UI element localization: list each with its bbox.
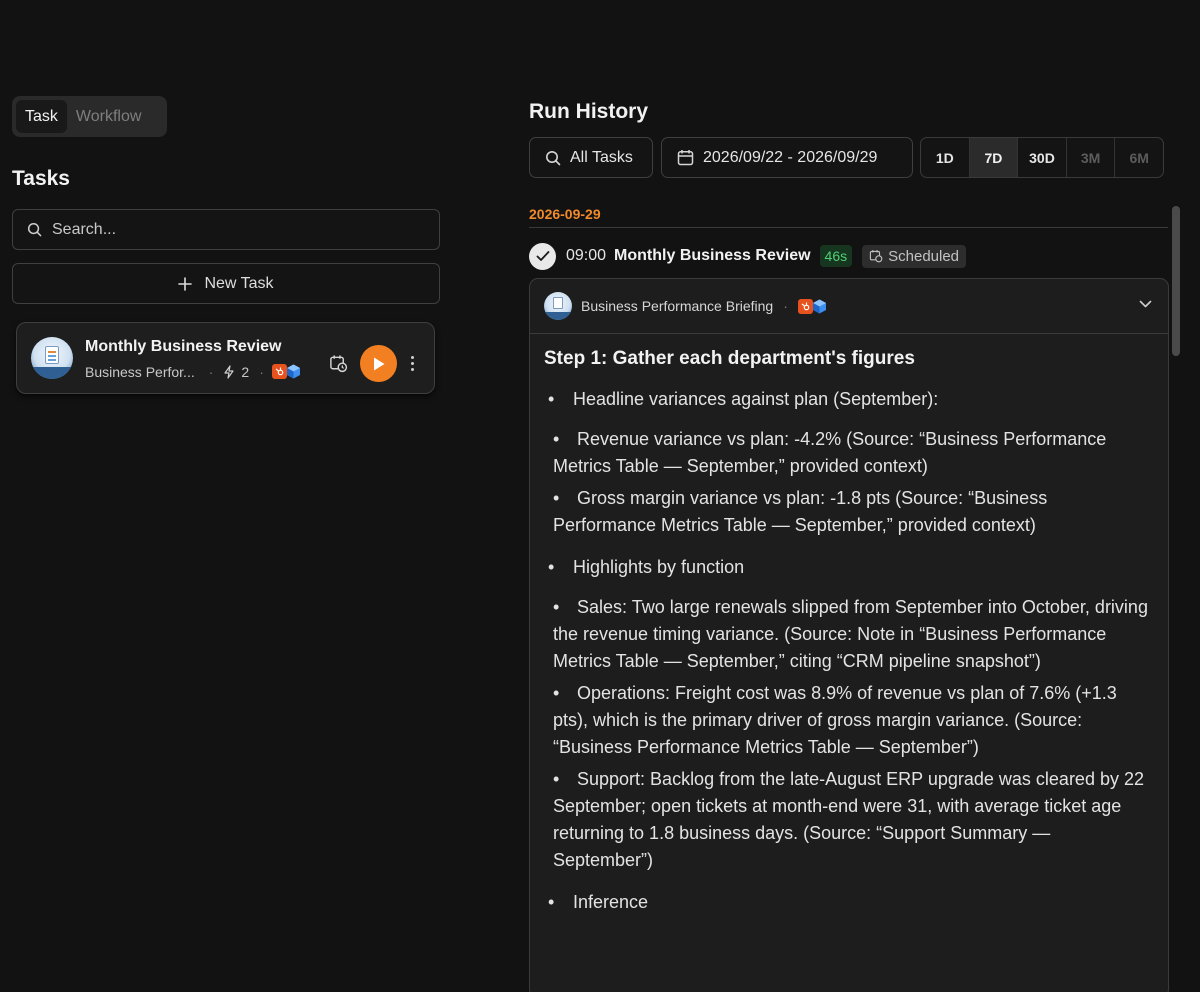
success-check-icon	[529, 242, 556, 270]
trigger-label: Scheduled	[888, 247, 960, 265]
tab-workflow[interactable]: Workflow	[67, 100, 151, 133]
run-history-title: Run History	[529, 100, 649, 123]
section-heading: Highlights by function	[544, 554, 1154, 581]
list-item: Operations: Freight cost was 8.9% of rev…	[544, 680, 1154, 761]
briefing-header[interactable]: Business Performance Briefing ·	[530, 279, 1168, 334]
range-6m: 6M	[1129, 149, 1149, 166]
briefing-content: Step 1: Gather each department's figures…	[530, 334, 1168, 916]
list-item: Support: Backlog from the late-August ER…	[544, 766, 1154, 874]
run-entry[interactable]: 09:00 Monthly Business Review 46s Schedu…	[529, 242, 967, 270]
tab-task[interactable]: Task	[16, 100, 67, 133]
date-range-picker[interactable]: 2026/09/22 - 2026/09/29	[661, 137, 913, 178]
plus-icon	[178, 276, 193, 291]
run-time: 09:00	[566, 247, 607, 264]
run-task-button[interactable]	[360, 345, 397, 382]
agent-avatar-icon	[544, 292, 572, 320]
range-7d[interactable]: 7D	[969, 138, 1019, 177]
chevron-down-icon[interactable]	[1139, 300, 1152, 308]
new-task-button[interactable]: New Task	[12, 263, 440, 304]
connected-apps	[797, 298, 828, 315]
briefing-panel: Business Performance Briefing · Step 1: …	[529, 278, 1169, 992]
run-name: Monthly Business Review	[614, 247, 811, 264]
new-task-label: New Task	[204, 274, 274, 292]
connected-apps	[271, 363, 302, 380]
schedule-icon	[869, 250, 883, 263]
search-icon	[546, 150, 561, 165]
task-card-title: Monthly Business Review	[85, 338, 282, 355]
all-tasks-filter[interactable]: All Tasks	[529, 137, 653, 178]
task-card-subtitle-row: Business Perfor... · 2 ·	[85, 363, 302, 380]
task-card-actions	[329, 345, 415, 382]
date-range-label: 2026/09/22 - 2026/09/29	[703, 148, 878, 166]
scrollbar-thumb[interactable]	[1172, 206, 1180, 356]
range-1d[interactable]: 1D	[921, 138, 970, 177]
task-card-subtitle: Business Perfor...	[85, 363, 195, 380]
play-icon	[373, 357, 384, 370]
range-3m: 3M	[1067, 138, 1116, 177]
range-selector: 1D 7D 30D 3M 6M	[920, 137, 1164, 178]
more-options-icon[interactable]	[409, 356, 415, 371]
separator-dot: ·	[259, 363, 264, 380]
date-group-label: 2026-09-29	[529, 206, 601, 222]
tasks-title: Tasks	[12, 167, 70, 190]
list-item: Revenue variance vs plan: -4.2% (Source:…	[544, 426, 1154, 480]
all-tasks-label: All Tasks	[570, 148, 633, 166]
task-avatar-icon	[31, 337, 73, 379]
step-title: Step 1: Gather each department's figures	[544, 348, 915, 369]
separator-dot: ·	[208, 363, 214, 380]
section-heading: Headline variances against plan (Septemb…	[544, 386, 1154, 413]
cube-app-icon	[285, 363, 302, 380]
mode-toggle: Task Workflow	[12, 96, 167, 137]
cube-app-icon	[811, 298, 828, 315]
trigger-badge: Scheduled	[862, 244, 967, 268]
agent-name: Business Performance Briefing	[581, 298, 774, 314]
list-item: Gross margin variance vs plan: -1.8 pts …	[544, 485, 1154, 539]
lightning-icon	[224, 364, 234, 379]
trigger-count: 2	[241, 363, 250, 380]
run-duration-badge: 46s	[819, 245, 853, 267]
task-card[interactable]: Monthly Business Review Business Perfor.…	[16, 322, 435, 394]
calendar-icon	[677, 150, 694, 166]
date-divider	[529, 227, 1168, 228]
list-item: Sales: Two large renewals slipped from S…	[544, 594, 1154, 675]
range-30d[interactable]: 30D	[1018, 138, 1067, 177]
search-icon	[27, 222, 42, 237]
schedule-icon[interactable]	[329, 354, 348, 373]
task-search-input[interactable]	[52, 220, 412, 239]
section-heading: Inference	[544, 889, 1154, 916]
separator-dot: ·	[783, 298, 788, 314]
task-search-box[interactable]	[12, 209, 440, 250]
